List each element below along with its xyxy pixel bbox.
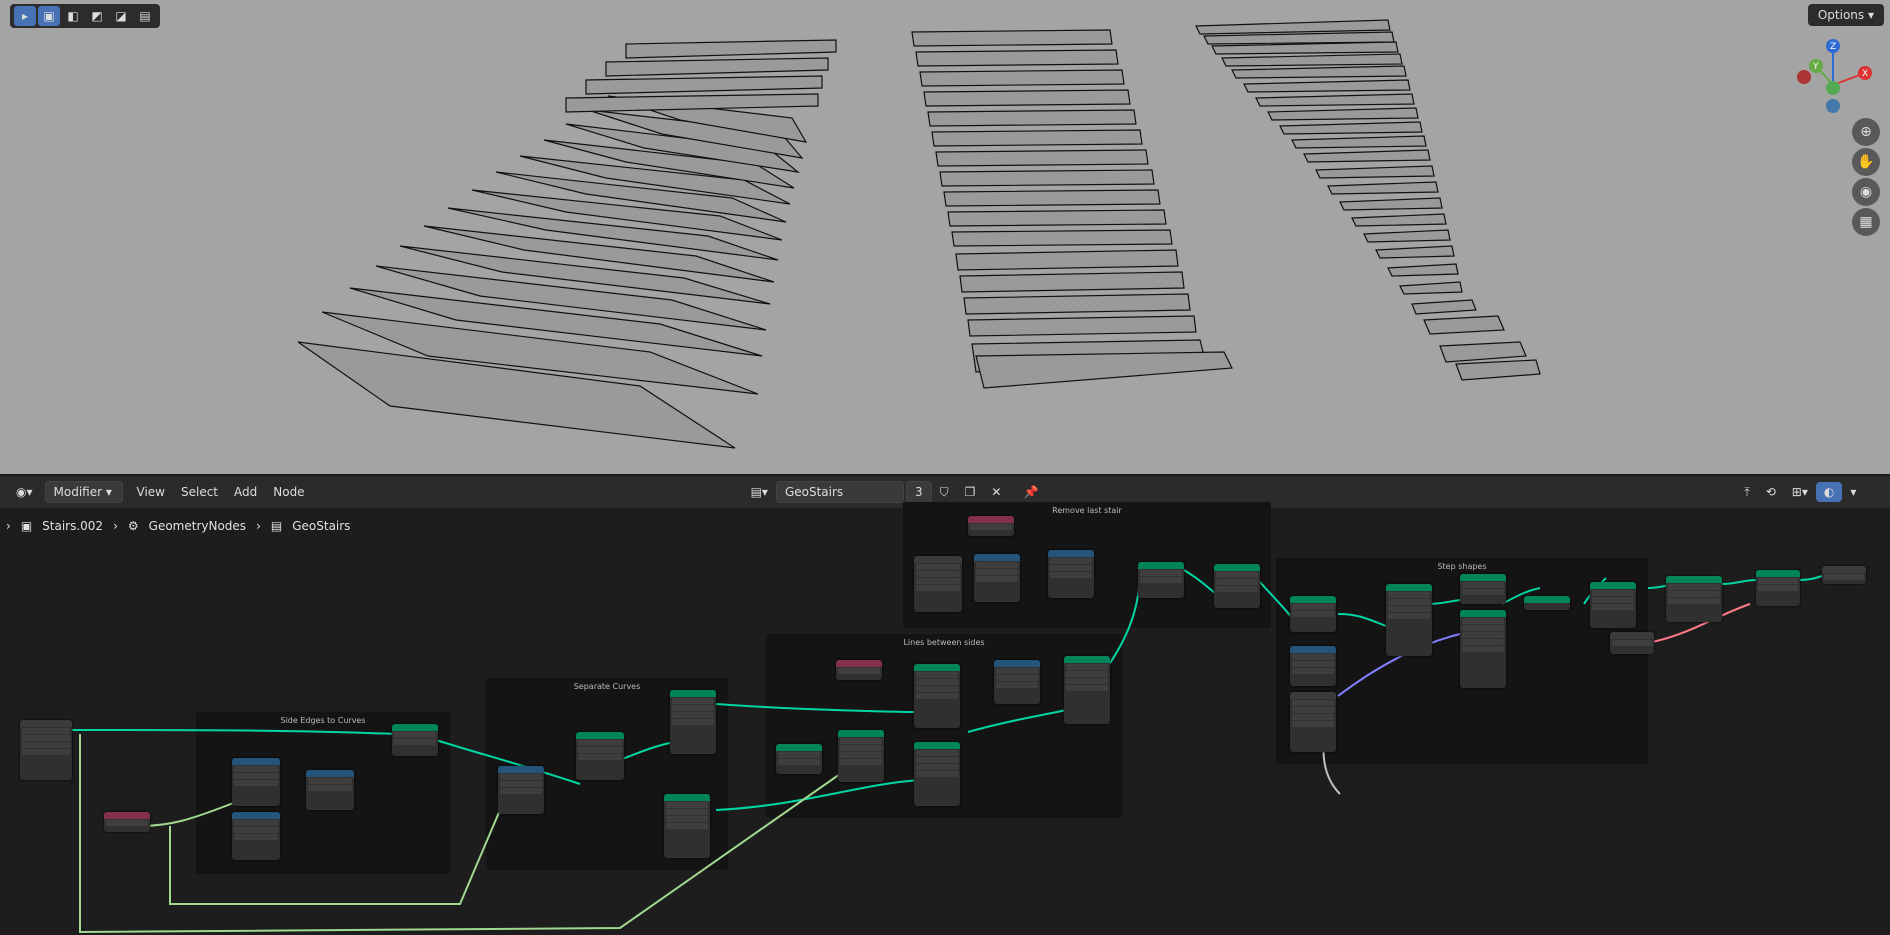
curve-line-node[interactable] <box>776 744 822 774</box>
snap-icon[interactable]: ⟲ <box>1758 482 1784 502</box>
curve-to-mesh-node[interactable] <box>1290 596 1336 632</box>
index-node[interactable] <box>968 516 1014 536</box>
select-intersect-icon[interactable]: ▤ <box>134 6 156 26</box>
subtract-node[interactable] <box>974 554 1020 602</box>
fake-user-shield-icon[interactable]: ⛉ <box>932 482 957 503</box>
node-tree-icon: ▤ <box>270 519 283 533</box>
navigation-gizmo[interactable]: Z X Y <box>1788 36 1878 126</box>
mode-label: Modifier <box>53 485 103 499</box>
set-shade-smooth-node[interactable] <box>1666 576 1722 622</box>
delete-geometry-node[interactable] <box>1138 562 1184 598</box>
breadcrumb-object[interactable]: Stairs.002 <box>42 519 103 533</box>
select-subtract-icon[interactable]: ◩ <box>86 6 108 26</box>
mesh-to-curve-node[interactable] <box>392 724 438 756</box>
set-material-node[interactable] <box>1756 570 1800 606</box>
select-tools: ▸ ▣ ◧ ◩ ◪ ▤ <box>10 4 160 28</box>
overlays-dropdown[interactable]: ▾ <box>1842 482 1864 502</box>
breadcrumb-chevron-icon: › <box>113 519 118 533</box>
stairs-scene <box>297 19 1541 449</box>
object-icon: ▣ <box>20 519 33 533</box>
breadcrumb: › ▣ Stairs.002 › ⚙ GeometryNodes › ▤ Geo… <box>0 508 350 544</box>
select-invert-icon[interactable]: ◪ <box>110 6 132 26</box>
select-extend-icon[interactable]: ◧ <box>62 6 84 26</box>
group-input-node[interactable] <box>1290 692 1336 752</box>
snapping-dropdown[interactable]: ⊞▾ <box>1784 482 1816 502</box>
merge-by-distance-node[interactable] <box>1590 582 1636 628</box>
combine-xyz-node[interactable] <box>1290 646 1336 686</box>
duplicate-elements-node[interactable] <box>838 730 884 782</box>
group-output-node[interactable] <box>1822 566 1866 584</box>
curve-to-points-node[interactable] <box>670 690 716 754</box>
sample-index-node[interactable] <box>914 742 960 806</box>
overlays-icon[interactable]: ◐ <box>1815 482 1843 502</box>
camera-icon[interactable]: ◉ <box>1852 178 1880 206</box>
options-label: Options <box>1817 8 1865 22</box>
extrude-mesh-node[interactable] <box>1460 610 1506 688</box>
mode-dropdown[interactable]: Modifier ▾ <box>44 481 123 503</box>
options-dropdown[interactable]: Options ▾ <box>1807 4 1884 26</box>
menu-view[interactable]: View <box>129 482 173 502</box>
duplicate-icon[interactable]: ❐ <box>957 482 984 502</box>
parent-tree-icon[interactable]: ⤒ <box>1736 482 1757 503</box>
set-position-node[interactable] <box>1064 656 1110 724</box>
index-node[interactable] <box>104 812 150 832</box>
grid-perspective-icon[interactable]: ▦ <box>1852 208 1880 236</box>
node-tree-browse-icon[interactable]: ▤▾ <box>743 482 776 502</box>
node-tree-name-field[interactable]: GeoStairs <box>775 481 904 503</box>
group-input-node[interactable] <box>1610 632 1654 654</box>
separate-geometry-node[interactable] <box>576 732 624 780</box>
pin-icon[interactable]: 📌 <box>1015 482 1046 502</box>
users-count[interactable]: 3 <box>905 481 932 503</box>
breadcrumb-chevron-icon: › <box>6 519 11 533</box>
unlink-close-icon[interactable]: ✕ <box>983 482 1009 502</box>
integer-math-node[interactable] <box>232 812 280 860</box>
compare-node[interactable] <box>498 766 544 814</box>
group-input-node[interactable] <box>914 556 962 612</box>
group-input-node[interactable] <box>20 720 72 780</box>
gizmo-z-label: Z <box>1830 42 1836 52</box>
boolean-math-node[interactable] <box>306 770 354 810</box>
menu-add[interactable]: Add <box>226 482 265 502</box>
breadcrumb-tree[interactable]: GeoStairs <box>292 519 350 533</box>
flip-faces-node[interactable] <box>1460 574 1506 604</box>
position-node[interactable] <box>836 660 882 680</box>
breadcrumb-chevron-icon: › <box>256 519 261 533</box>
curve-to-points-node[interactable] <box>664 794 710 858</box>
zoom-icon[interactable]: ⊕ <box>1852 118 1880 146</box>
menu-node[interactable]: Node <box>265 482 312 502</box>
3d-viewport[interactable]: ▸ ▣ ◧ ◩ ◪ ▤ Options ▾ Z X Y ⊕ ✋ ◉ ▦ <box>0 0 1890 476</box>
frame-label: Remove last stair <box>1052 506 1122 515</box>
modifier-icon: ⚙ <box>127 519 139 533</box>
gizmo-x-label: X <box>1862 69 1868 79</box>
switch-node[interactable] <box>1214 564 1260 608</box>
integer-math-node[interactable] <box>232 758 280 806</box>
extrude-mesh-node[interactable] <box>1386 584 1432 656</box>
equal-node[interactable] <box>1048 550 1094 598</box>
editor-type-dropdown[interactable]: ◉▾ <box>8 482 41 502</box>
cursor-icon[interactable]: ▸ <box>14 6 36 26</box>
breadcrumb-modifier[interactable]: GeometryNodes <box>149 519 246 533</box>
sample-index-node[interactable] <box>914 664 960 728</box>
gizmo-y-label: Y <box>1812 62 1819 72</box>
switch-node[interactable] <box>994 660 1040 704</box>
pan-hand-icon[interactable]: ✋ <box>1852 148 1880 176</box>
join-geometry-node[interactable] <box>1524 596 1570 610</box>
menu-select[interactable]: Select <box>173 482 226 502</box>
select-box-icon[interactable]: ▣ <box>38 6 60 26</box>
